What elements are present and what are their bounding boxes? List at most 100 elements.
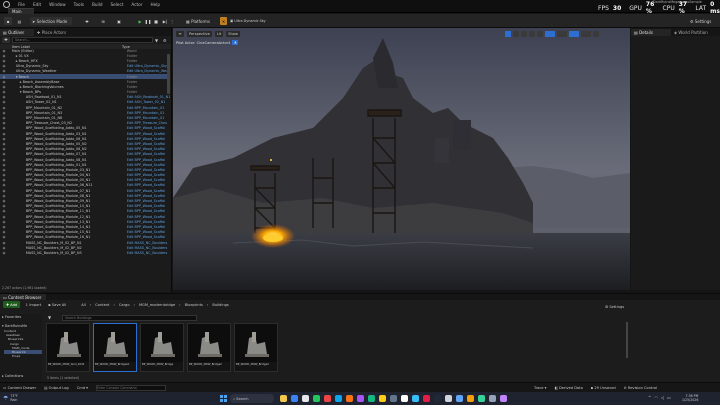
outliner-row[interactable]: ◉ BPP_Wood_Scaffolding_Module_13_N1 Edit B… (0, 219, 170, 224)
filter-icon[interactable]: ▼ (48, 315, 58, 321)
outliner-row[interactable]: ◉ BPP_Wood_Scaffolding_Addo_06_N2 Edit BPP… (0, 147, 170, 152)
menu-file[interactable]: File (18, 2, 25, 7)
visibility-eye-icon[interactable]: ◉ (0, 54, 8, 58)
show-button[interactable]: Show (226, 31, 240, 37)
mail-icon[interactable] (335, 395, 342, 402)
outliner-search-input[interactable] (12, 37, 153, 43)
world-local-icon[interactable] (537, 31, 543, 37)
file-explorer-icon[interactable] (280, 395, 287, 402)
menu-select[interactable]: Select (110, 2, 123, 7)
gear-icon[interactable]: ⚙ (163, 38, 169, 43)
pause-button[interactable]: ❚❚ (145, 17, 152, 25)
menu-edit[interactable]: Edit (33, 2, 41, 7)
asset-tile[interactable]: BP_WOOD_MOW_Aimi_02d1 (46, 323, 90, 372)
visibility-eye-icon[interactable]: ◉ (0, 168, 8, 172)
visibility-eye-icon[interactable]: ◉ (0, 178, 8, 182)
breadcrumb-item[interactable]: Cargo (119, 303, 130, 307)
outliner-row[interactable]: ◉ BPP_Wood_Scaffolding_Module_04_N1 Edit B… (0, 173, 170, 178)
outliner-row[interactable]: ◉ ASH_Tower_02_N1 Edit ASH_Tower_02_N1 (0, 100, 170, 105)
outliner-row[interactable]: ◉ ▸ Beach_HFX Folder (0, 58, 170, 63)
outliner-row[interactable]: ◉ BPP_Wood_Scaffolding_Addo_05_N1 Edit BPP… (0, 126, 170, 131)
teams-icon[interactable] (357, 395, 364, 402)
clock[interactable]: 7:36 PM 1/25/2026 (682, 394, 698, 402)
visibility-eye-icon[interactable]: ◉ (0, 215, 8, 219)
unsaved-button[interactable]: ▪ 29 Unsaved (591, 386, 616, 390)
menu-tools[interactable]: Tools (74, 2, 84, 7)
outliner-row[interactable]: ◉ BPP_Wood_Scaffolding_Addo_01_N1 Edit BPP… (0, 162, 170, 167)
visibility-eye-icon[interactable]: ◉ (0, 241, 8, 245)
outliner-row[interactable]: ◉ BPP_Wood_Scaffolding_Module_10_N1 Edit B… (0, 204, 170, 209)
outliner-row[interactable]: ◉ ▾ Beach Folder (0, 73, 170, 80)
outliner-row[interactable]: ◉ Main (Editor) World (0, 48, 170, 53)
revision-control-button[interactable]: ⊘ Revision Control (624, 386, 657, 390)
visibility-eye-icon[interactable]: ◉ (0, 69, 8, 73)
outliner-row[interactable]: ◉ BPP_Wood_Scaffolding_Addo_06_N1 Edit BPP… (0, 136, 170, 141)
camera-speed-icon[interactable] (581, 31, 591, 37)
outliner-row[interactable]: ◉ ▸ Beach_AssemblyBase Folder (0, 79, 170, 84)
scale-snap-icon[interactable] (569, 31, 579, 37)
outliner-row[interactable]: ◉ ASH_Rowboat_01_N1 Edit ASH_Rowboat_01_N1 (0, 95, 170, 100)
add-filter-button[interactable]: ✚ (2, 37, 10, 43)
visibility-eye-icon[interactable]: ◉ (0, 100, 8, 104)
visibility-eye-icon[interactable]: ◉ (0, 209, 8, 213)
asset-tile[interactable]: BP_WOOD_MOW_Bridge2 (187, 323, 231, 372)
outliner-row[interactable]: ◉ BPP_Wood_Scaffolding_Module_07_N1 Edit B… (0, 188, 170, 193)
outliner-row[interactable]: ◉ Ultra_Dynamic_Sky Edit Ultra_Dynamic_Sky (0, 64, 170, 69)
filter-icon[interactable]: ▼ (155, 38, 161, 43)
outliner-row[interactable]: ◉ BPP_Mountain_01_N3 Edit BPP_Mountain_01 (0, 110, 170, 115)
selection-mode-dropdown[interactable]: ➤ Selection Mode (30, 17, 72, 25)
outliner-row[interactable]: ◉ Ultra_Dynamic_Weather Edit Ultra_Dynamic… (0, 69, 170, 74)
menu-window[interactable]: Window (49, 2, 66, 7)
store-icon[interactable] (302, 395, 309, 402)
asset-tile[interactable]: BP_WOOD_MOW_Bridge3 (234, 323, 278, 372)
angle-snap-icon[interactable] (557, 31, 567, 37)
visibility-eye-icon[interactable]: ◉ (0, 132, 8, 136)
cmd-dropdown[interactable]: Cmd ▾ (77, 386, 88, 390)
notes-icon[interactable] (379, 395, 386, 402)
content-icon[interactable]: ▤ (15, 17, 24, 25)
asset-scrollbar[interactable] (626, 322, 628, 358)
grid-snap-icon[interactable] (545, 31, 555, 37)
visibility-eye-icon[interactable]: ◉ (0, 106, 8, 110)
collections-header[interactable]: ▸ Collections (2, 374, 23, 378)
battery-icon[interactable]: ▭ (667, 395, 671, 400)
visibility-eye-icon[interactable]: ◉ (0, 147, 8, 151)
trace-button[interactable]: Trace ▾ (534, 386, 547, 390)
rotate-tool-icon[interactable] (521, 31, 527, 37)
outliner-row[interactable]: ◉ BPP_Wood_Scaffolding_Module_03_N1 Edit B… (0, 167, 170, 172)
weather-widget[interactable]: ☂ 73°F Rain (3, 394, 18, 402)
outliner-row[interactable]: ◉ MASS_NC_Boulders_M_02_BP_N2 Edit MASS_NC… (0, 245, 170, 250)
step-button[interactable]: ▶| (162, 17, 168, 25)
breadcrumb-item[interactable]: MGM_modernbridge (139, 303, 175, 307)
visibility-eye-icon[interactable]: ◉ (0, 90, 8, 94)
output-log-button[interactable]: ▤ Output Log (44, 386, 69, 390)
visibility-eye-icon[interactable]: ◉ (0, 137, 8, 141)
photos-icon[interactable] (456, 395, 463, 402)
outliner-row[interactable]: ◉ BPP_Wood_Scaffolding_Module_12_N1 Edit B… (0, 214, 170, 219)
derived-data-button[interactable]: ◧ Derived Data (554, 386, 582, 390)
outliner-row[interactable]: ◉ BPP_Treasure_Chest_03_N2 Edit BPP_Treasu… (0, 121, 170, 126)
visibility-eye-icon[interactable]: ◉ (0, 204, 8, 208)
visibility-eye-icon[interactable]: ◉ (0, 158, 8, 162)
import-button[interactable]: ⇩ Import (23, 301, 43, 308)
console-input[interactable] (95, 384, 166, 391)
visibility-eye-icon[interactable]: ◉ (0, 80, 8, 84)
visibility-eye-icon[interactable]: ◉ (0, 152, 8, 156)
discord-icon[interactable] (500, 395, 507, 402)
outliner-row[interactable]: ◉ ▸ Beach_BlockingVolumes Folder (0, 84, 170, 89)
visibility-eye-icon[interactable]: ◉ (0, 49, 8, 53)
visibility-eye-icon[interactable]: ◉ (0, 199, 8, 203)
play-button[interactable]: ▶ (137, 17, 143, 25)
epic-icon[interactable] (445, 395, 452, 402)
outliner-row[interactable]: ◉ BPP_Wood_Scaffolding_Addo_03_N1 Edit BPP… (0, 131, 170, 136)
edge-icon[interactable] (291, 395, 298, 402)
outliner-row[interactable]: ◉ ▾ Beach_BPs Folder (0, 90, 170, 95)
visibility-eye-icon[interactable]: ◉ (0, 220, 8, 224)
hamburger-icon[interactable]: ≡ (176, 31, 184, 37)
folder-tree-item[interactable]: Props (4, 354, 42, 358)
outliner-row[interactable]: ◉ MASS_NC_Boulders_M_02_BP_N3 Edit MASS_NC… (0, 250, 170, 255)
platforms-dropdown[interactable]: ▦ Platforms (186, 17, 216, 25)
visibility-eye-icon[interactable]: ◉ (0, 95, 8, 99)
cb-settings-button[interactable]: ⚙ Settings (605, 305, 624, 309)
tab-content-browser[interactable]: ▭ Content Browser (0, 294, 46, 300)
